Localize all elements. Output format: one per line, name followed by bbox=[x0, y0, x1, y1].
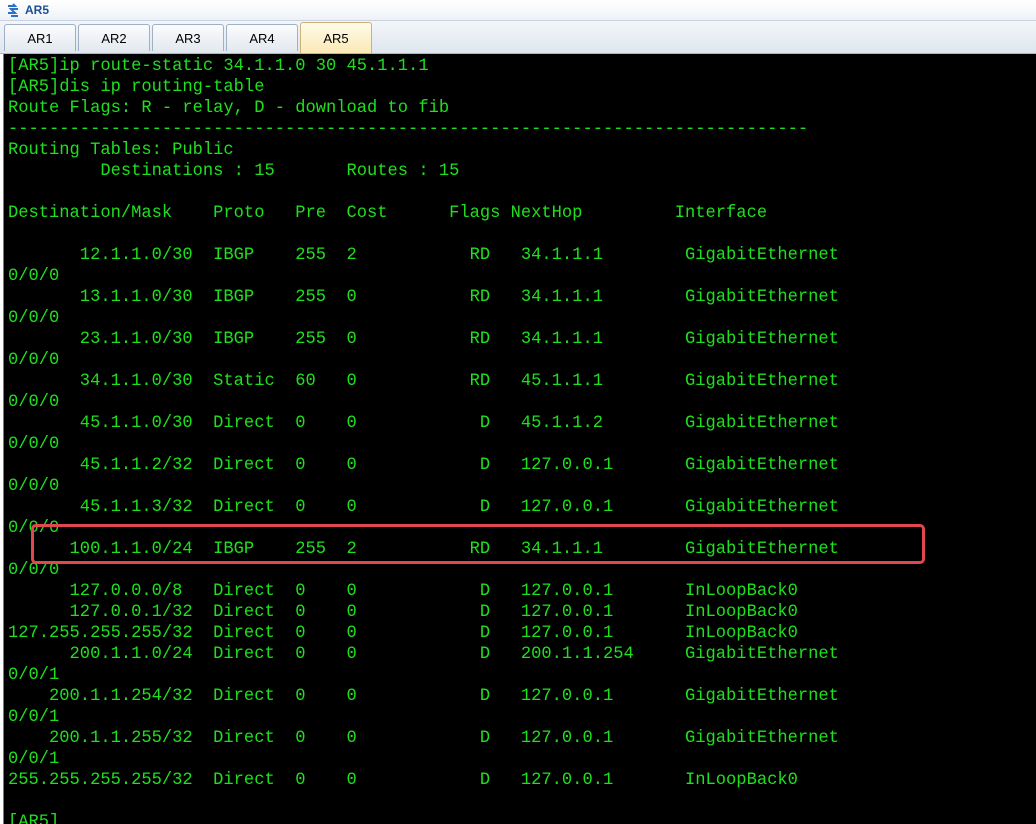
terminal-line: [AR5]dis ip routing-table bbox=[8, 78, 265, 97]
tab-ar2[interactable]: AR2 bbox=[78, 24, 150, 51]
terminal-line: 0/0/0 bbox=[8, 309, 60, 328]
terminal-line: 45.1.1.0/30 Direct 0 0 D 45.1.1.2 Gigabi… bbox=[8, 414, 839, 433]
terminal-line: 100.1.1.0/24 IBGP 255 2 RD 34.1.1.1 Giga… bbox=[8, 540, 839, 559]
terminal-line: 127.0.0.1/32 Direct 0 0 D 127.0.0.1 InLo… bbox=[8, 603, 798, 622]
terminal-line: 200.1.1.254/32 Direct 0 0 D 127.0.0.1 Gi… bbox=[8, 687, 839, 706]
window-title: AR5 bbox=[25, 3, 50, 17]
terminal-line: Route Flags: R - relay, D - download to … bbox=[8, 99, 450, 118]
terminal-line: ----------------------------------------… bbox=[8, 120, 809, 139]
tab-ar3[interactable]: AR3 bbox=[152, 24, 224, 51]
terminal-line: 23.1.1.0/30 IBGP 255 0 RD 34.1.1.1 Gigab… bbox=[8, 330, 839, 349]
terminal-line: 0/0/0 bbox=[8, 561, 60, 580]
tab-ar1[interactable]: AR1 bbox=[4, 24, 76, 51]
terminal-line: 0/0/1 bbox=[8, 708, 60, 727]
terminal-line: 127.255.255.255/32 Direct 0 0 D 127.0.0.… bbox=[8, 624, 798, 643]
terminal-line: 200.1.1.0/24 Direct 0 0 D 200.1.1.254 Gi… bbox=[8, 645, 839, 664]
terminal-line: 13.1.1.0/30 IBGP 255 0 RD 34.1.1.1 Gigab… bbox=[8, 288, 839, 307]
terminal-line: Routing Tables: Public bbox=[8, 141, 234, 160]
terminal-line: 45.1.1.2/32 Direct 0 0 D 127.0.0.1 Gigab… bbox=[8, 456, 839, 475]
terminal-line: 0/0/0 bbox=[8, 267, 60, 286]
terminal-line: 12.1.1.0/30 IBGP 255 2 RD 34.1.1.1 Gigab… bbox=[8, 246, 839, 265]
tab-ar4[interactable]: AR4 bbox=[226, 24, 298, 51]
terminal-line: 200.1.1.255/32 Direct 0 0 D 127.0.0.1 Gi… bbox=[8, 729, 839, 748]
terminal-line: 0/0/0 bbox=[8, 351, 60, 370]
tab-ar5[interactable]: AR5 bbox=[300, 22, 372, 53]
app-window: AR5 AR1 AR2 AR3 AR4 AR5 [AR5]ip route-st… bbox=[0, 0, 1036, 824]
terminal-output: [AR5]ip route-static 34.1.1.0 30 45.1.1.… bbox=[8, 56, 839, 824]
terminal-line: [AR5] bbox=[8, 813, 60, 824]
terminal-line: 127.0.0.0/8 Direct 0 0 D 127.0.0.1 InLoo… bbox=[8, 582, 798, 601]
terminal-line: 45.1.1.3/32 Direct 0 0 D 127.0.0.1 Gigab… bbox=[8, 498, 839, 517]
device-tab-bar: AR1 AR2 AR3 AR4 AR5 bbox=[0, 21, 1036, 54]
terminal-line: [AR5]ip route-static 34.1.1.0 30 45.1.1.… bbox=[8, 57, 429, 76]
terminal-line: 0/0/0 bbox=[8, 477, 60, 496]
terminal-line: 34.1.1.0/30 Static 60 0 RD 45.1.1.1 Giga… bbox=[8, 372, 839, 391]
terminal-console[interactable]: [AR5]ip route-static 34.1.1.0 30 45.1.1.… bbox=[3, 54, 1036, 824]
terminal-line: 0/0/0 bbox=[8, 435, 60, 454]
terminal-line: 0/0/1 bbox=[8, 666, 60, 685]
title-bar: AR5 bbox=[0, 0, 1036, 21]
router-app-icon bbox=[5, 2, 21, 18]
terminal-line: 255.255.255.255/32 Direct 0 0 D 127.0.0.… bbox=[8, 771, 798, 790]
terminal-line: Destinations : 15 Routes : 15 bbox=[8, 162, 460, 181]
terminal-line: Destination/Mask Proto Pre Cost Flags Ne… bbox=[8, 204, 768, 223]
terminal-line: 0/0/0 bbox=[8, 393, 60, 412]
terminal-line: 0/0/1 bbox=[8, 750, 60, 769]
terminal-line: 0/0/0 bbox=[8, 519, 60, 538]
